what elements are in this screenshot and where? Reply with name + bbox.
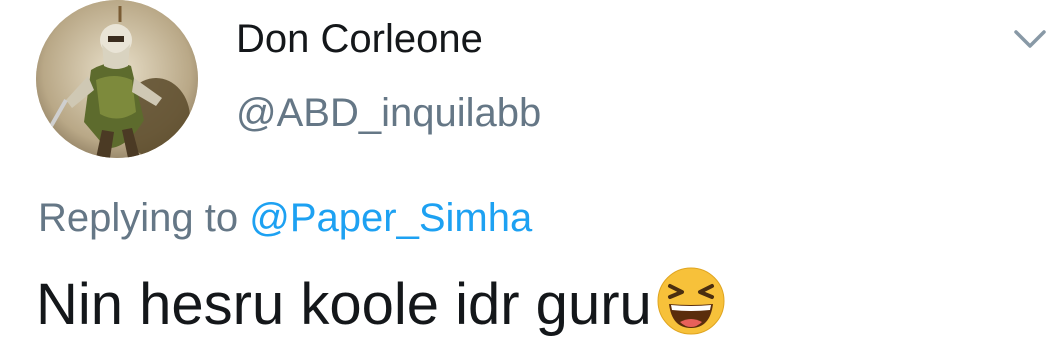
chevron-down-icon[interactable]	[1010, 22, 1050, 56]
grinning-squinting-face-emoji-icon	[656, 266, 726, 336]
reply-mention-link[interactable]: @Paper_Simha	[249, 196, 532, 240]
user-handle[interactable]: @ABD_inquilabb	[236, 88, 541, 138]
replying-to: Replying to @Paper_Simha	[38, 192, 532, 244]
tweet-body: Nin hesru koole idr guru	[36, 266, 726, 341]
warrior-avatar-image	[36, 0, 198, 158]
tweet-card: Don Corleone @ABD_inquilabb Replying to …	[0, 0, 1057, 352]
display-name[interactable]: Don Corleone	[236, 14, 483, 64]
avatar[interactable]	[36, 0, 198, 158]
tweet-text: Nin hesru koole idr guru	[36, 272, 652, 337]
replying-to-prefix: Replying to	[38, 196, 250, 240]
